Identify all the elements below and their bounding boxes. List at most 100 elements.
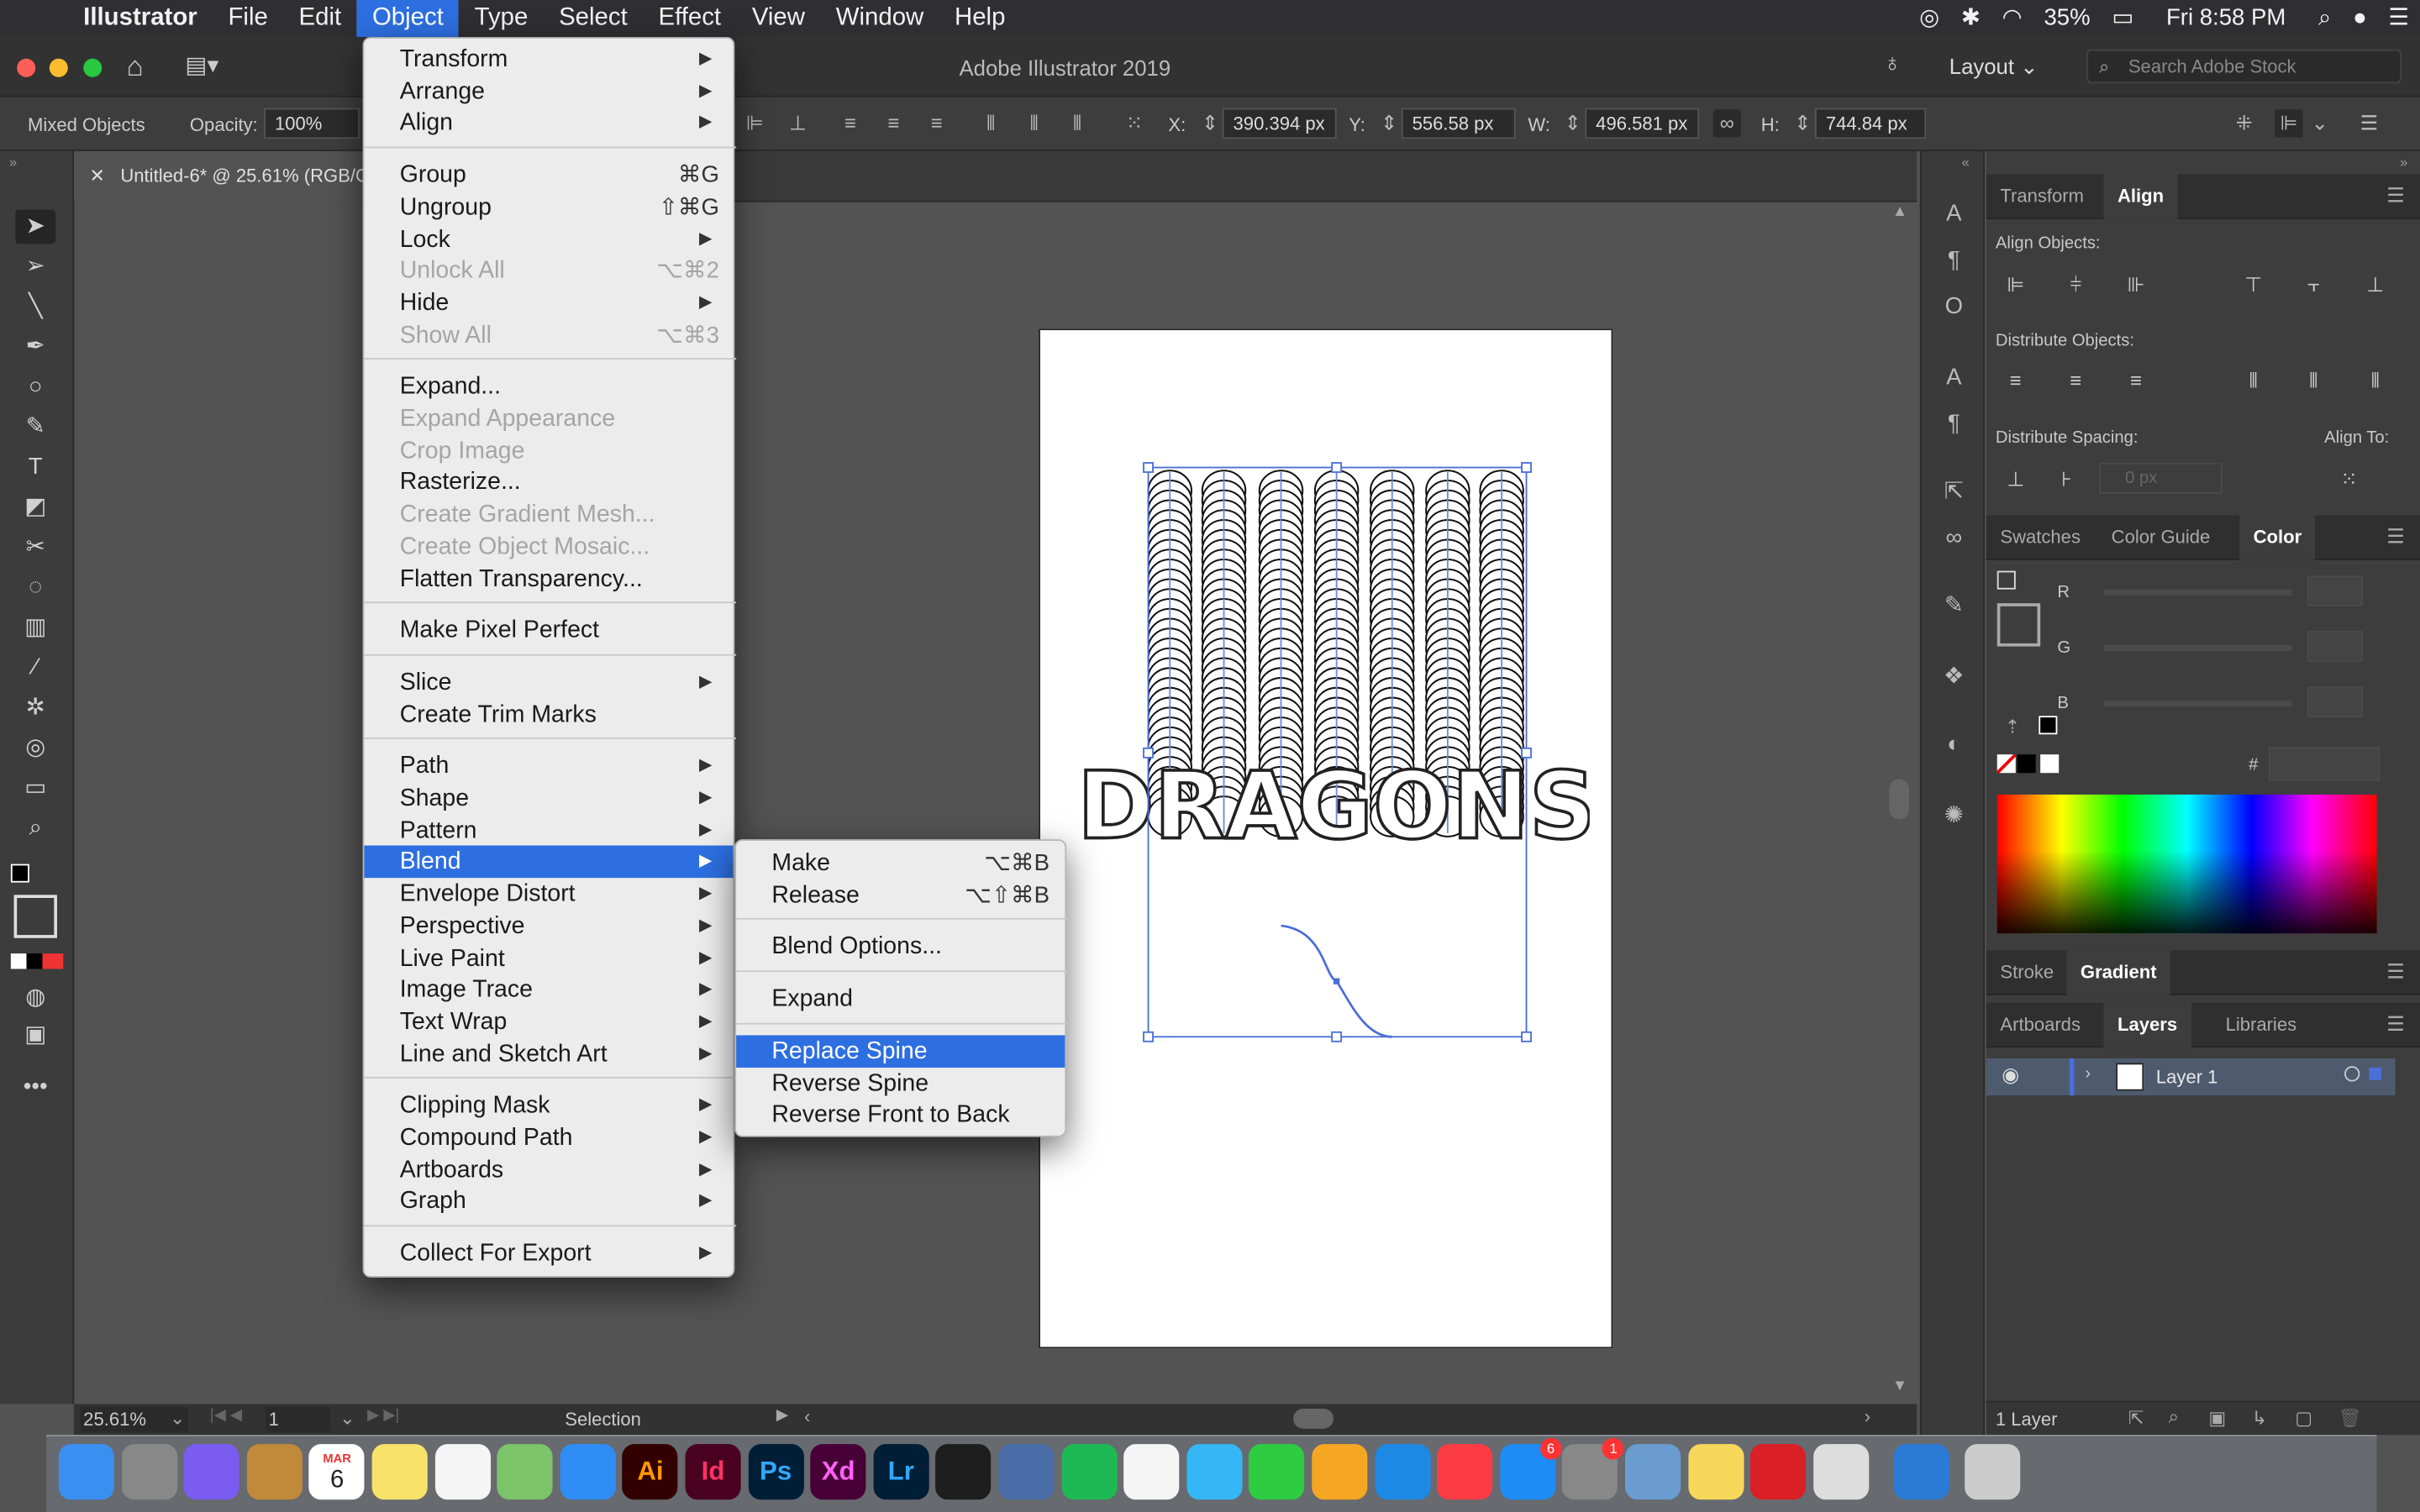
menu-item-compound-path[interactable]: Compound Path ▶ <box>364 1121 733 1154</box>
menu-item-flatten-transparency[interactable]: Flatten Transparency... <box>364 562 733 595</box>
distribute-bottom-icon[interactable]: ≡ <box>923 109 950 137</box>
battery-percent[interactable]: 35% <box>2033 0 2102 37</box>
b-slider[interactable] <box>2103 700 2292 707</box>
dock-notes-icon[interactable] <box>371 1444 428 1500</box>
y-stepper-icon[interactable]: ⇕ <box>1376 109 1403 137</box>
symbol-sprayer-tool-icon[interactable]: ✲ <box>15 691 55 725</box>
dock-safari-icon[interactable] <box>560 1444 616 1500</box>
h-stepper-icon[interactable]: ⇕ <box>1789 109 1817 137</box>
dock-pages-icon[interactable] <box>1312 1444 1368 1500</box>
chevron-right-icon[interactable]: › <box>2085 1064 2091 1083</box>
selection-indicator-icon[interactable] <box>2369 1068 2382 1080</box>
dock-downloads-icon[interactable] <box>1893 1444 1949 1500</box>
menu-item-reverse-front-to-back[interactable]: Reverse Front to Back <box>736 1099 1065 1131</box>
vertical-distribute-bottom-icon[interactable]: ≡ <box>2123 367 2150 395</box>
tab-layers[interactable]: Layers <box>2103 1002 2191 1048</box>
tab-swatches[interactable]: Swatches <box>1986 515 2095 559</box>
dock-lr-icon[interactable]: Lr <box>873 1444 929 1500</box>
menu-item-perspective[interactable]: Perspective ▶ <box>364 910 733 942</box>
menu-item-text-wrap[interactable]: Text Wrap ▶ <box>364 1005 733 1038</box>
dock-printer-icon[interactable] <box>1812 1444 1869 1500</box>
menu-item-blend-options[interactable]: Blend Options... <box>736 931 1065 963</box>
graphic-styles-icon[interactable]: ✺ <box>1937 799 1970 832</box>
brushes-icon[interactable]: ✎ <box>1937 590 1970 623</box>
eraser-tool-icon[interactable]: ◩ <box>15 491 55 524</box>
battery-icon[interactable]: ▭ <box>2101 0 2144 37</box>
menu-item-artboards[interactable]: Artboards ▶ <box>364 1153 733 1186</box>
menu-item-group[interactable]: Group ⌘G <box>364 159 733 192</box>
panel-menu-icon[interactable]: ☰ <box>2386 184 2404 208</box>
artboard-tool-icon[interactable]: ▭ <box>15 771 55 805</box>
panel-menu-icon[interactable]: ☰ <box>2386 524 2404 549</box>
distribute-hcenter-icon[interactable]: ⦀ <box>1020 109 1048 137</box>
menu-window[interactable]: Window <box>820 0 939 37</box>
delete-layer-icon[interactable]: 🗑 <box>2338 1407 2362 1429</box>
export-layer-icon[interactable]: ⇱ <box>2128 1407 2144 1429</box>
dock-spotify-icon[interactable] <box>1060 1444 1118 1500</box>
tab-gradient[interactable]: Gradient <box>2066 950 2171 995</box>
w-field[interactable]: 496.581 px <box>1585 108 1700 139</box>
tab-color[interactable]: Color <box>2239 515 2316 560</box>
scroll-right-icon[interactable]: › <box>1865 1405 1870 1427</box>
menu-type[interactable]: Type <box>459 0 543 37</box>
menu-select[interactable]: Select <box>544 0 643 37</box>
dock-id-icon[interactable]: Id <box>685 1444 741 1500</box>
dock-kindle-icon[interactable] <box>998 1444 1055 1500</box>
status-menu-icon[interactable]: ▶ <box>776 1407 788 1424</box>
create-sublayer-icon[interactable]: ↳ <box>2252 1407 2267 1429</box>
horizontal-distribute-left-icon[interactable]: ⦀ <box>2239 367 2267 395</box>
r-value-field[interactable] <box>2307 575 2364 606</box>
menu-effect[interactable]: Effect <box>643 0 736 37</box>
menu-item-line-and-sketch-art[interactable]: Line and Sketch Art ▶ <box>364 1037 733 1070</box>
direct-selection-tool-icon[interactable]: ➢ <box>15 250 55 284</box>
wifi-icon[interactable]: ◠ <box>1991 0 2033 37</box>
align-left-icon[interactable]: ⊫ <box>741 109 769 137</box>
search-adobe-stock-input[interactable]: ⌕ Search Adobe Stock <box>2086 49 2402 84</box>
fill-swatch-icon[interactable] <box>10 864 29 883</box>
dock-calendar-icon[interactable]: MAR 6 <box>309 1444 366 1500</box>
tab-transform[interactable]: Transform <box>1986 175 2098 219</box>
color-spectrum[interactable] <box>1996 794 2377 934</box>
distribute-center-icon[interactable]: ≡ <box>880 109 908 137</box>
dock-messages-icon[interactable] <box>1186 1444 1243 1500</box>
g-slider[interactable] <box>2103 644 2292 652</box>
dock-figma-icon[interactable] <box>935 1444 992 1500</box>
zoom-tool-icon[interactable]: ⌕ <box>15 811 55 845</box>
dock-app-store-icon[interactable]: 6 <box>1499 1437 1562 1500</box>
tab-artboards[interactable]: Artboards <box>1986 1003 2095 1047</box>
menu-item-image-trace[interactable]: Image Trace ▶ <box>364 974 733 1006</box>
align-bottom-icon[interactable]: ⊥ <box>784 109 812 137</box>
dock-creative-cloud-icon[interactable] <box>1750 1444 1807 1500</box>
panel-menu-icon[interactable]: ☰ <box>2386 1012 2404 1037</box>
tab-align[interactable]: Align <box>2103 174 2178 219</box>
scroll-up-icon[interactable]: ▲ <box>1892 203 1907 220</box>
menu-item-create-trim-marks[interactable]: Create Trim Marks <box>364 698 733 731</box>
creative-cloud-icon[interactable]: ◎ <box>1908 0 1950 37</box>
document-tab[interactable]: ✕ Untitled-6* @ 25.61% (RGB/C <box>74 151 368 202</box>
menu-item-envelope-distort[interactable]: Envelope Distort ▶ <box>364 878 733 911</box>
menu-item-expand[interactable]: Expand <box>736 983 1065 1016</box>
dragons-text[interactable]: DRAGONS <box>1081 751 1590 862</box>
vertical-distribute-center-icon[interactable]: ≡ <box>2062 367 2090 395</box>
spine-anchor-point[interactable] <box>1333 978 1340 984</box>
reference-point-icon[interactable]: ⁙ <box>1120 109 1148 137</box>
more-tools-icon[interactable]: ••• <box>15 1071 55 1105</box>
menu-item-path[interactable]: Path ▶ <box>364 750 733 783</box>
zoom-window-button[interactable] <box>83 58 103 77</box>
none-swatch[interactable] <box>1996 754 2016 774</box>
arrange-documents-icon[interactable]: ▤▾ <box>185 51 218 78</box>
h-field[interactable]: 744.84 px <box>1815 108 1927 139</box>
menu-item-arrange[interactable]: Arrange ▶ <box>364 75 733 108</box>
dock-music-icon[interactable] <box>1437 1444 1493 1500</box>
links-icon[interactable]: ∞ <box>1937 522 1970 555</box>
paintbrush-tool-icon[interactable]: ✎ <box>15 411 55 444</box>
dock-system-preferences-icon[interactable]: 1 <box>1562 1437 1624 1500</box>
dock-ai-icon[interactable]: Ai <box>622 1444 679 1500</box>
dock-photos-icon[interactable] <box>1123 1444 1180 1500</box>
menu-item-expand[interactable]: Expand... <box>364 370 733 403</box>
horizontal-align-right-icon[interactable]: ⊪ <box>2123 271 2150 299</box>
selection-tool-icon[interactable]: ➤ <box>15 209 56 244</box>
gradient-tool-icon[interactable]: ▥ <box>15 611 55 644</box>
pen-tool-icon[interactable]: ✒ <box>15 330 55 364</box>
collapse-panel-icon[interactable]: » <box>9 155 17 170</box>
